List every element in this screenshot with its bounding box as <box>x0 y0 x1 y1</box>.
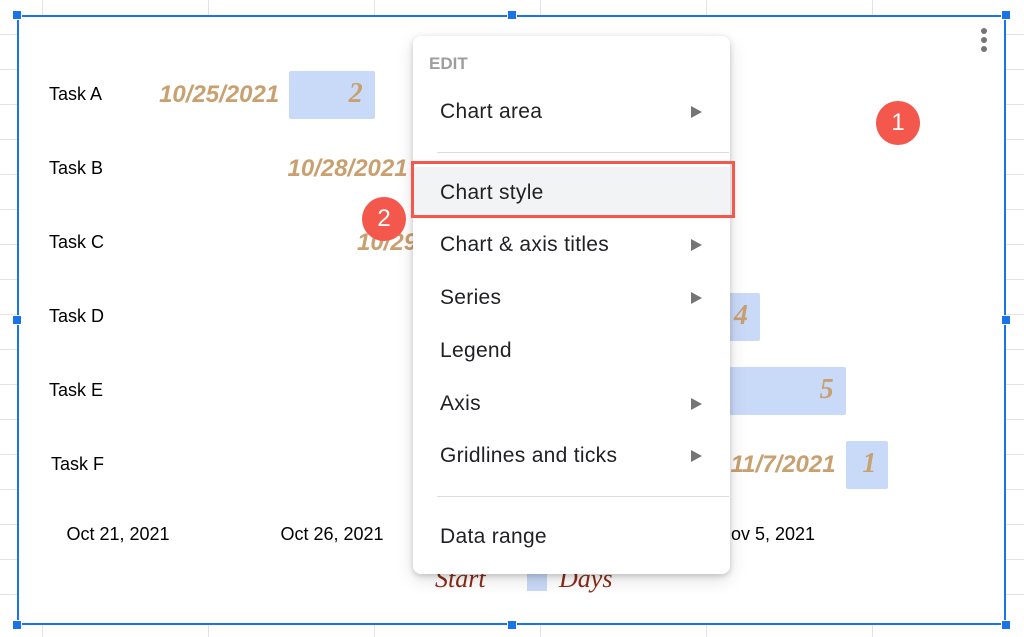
menu-item-axis[interactable]: Axis <box>413 378 730 430</box>
step-badge-1: 1 <box>876 101 920 145</box>
menu-item-chart-area[interactable]: Chart area <box>413 86 730 138</box>
dot <box>981 37 987 43</box>
resize-handle-bottom-left[interactable] <box>12 620 22 630</box>
submenu-arrow-icon <box>691 106 702 118</box>
task-label: Task B <box>49 158 104 178</box>
chart-edit-menu: EDIT Chart area Chart style Chart & axis… <box>413 36 730 574</box>
resize-handle-left[interactable] <box>12 315 22 325</box>
dot <box>981 46 987 52</box>
task-label: Task D <box>49 306 105 326</box>
menu-item-chart-axis-titles[interactable]: Chart & axis titles <box>413 219 730 271</box>
resize-handle-right[interactable] <box>1001 315 1011 325</box>
menu-divider <box>437 152 729 153</box>
menu-item-label: Gridlines and ticks <box>440 444 618 467</box>
menu-item-label: Axis <box>440 392 481 415</box>
bar-value-label: 2 <box>348 78 363 109</box>
more-options-icon[interactable] <box>978 28 990 56</box>
resize-handle-bottom-right[interactable] <box>1001 620 1011 630</box>
x-axis-tick-label: Oct 26, 2021 <box>280 524 384 544</box>
highlight-box-chart-style <box>411 161 735 218</box>
menu-divider <box>437 496 729 497</box>
resize-handle-top-right[interactable] <box>1001 10 1011 20</box>
menu-item-label: Data range <box>440 525 547 548</box>
menu-item-label: Legend <box>440 339 512 362</box>
dot <box>981 28 987 34</box>
menu-item-series[interactable]: Series <box>413 272 730 324</box>
x-axis-tick-label: ov 5, 2021 <box>731 524 816 544</box>
start-date-label: 10/28/2021 <box>287 155 408 182</box>
menu-item-label: Series <box>440 286 502 309</box>
menu-item-label: Chart & axis titles <box>440 233 610 256</box>
resize-handle-top-left[interactable] <box>12 10 22 20</box>
start-date-label: 10/25/2021 <box>159 81 280 108</box>
task-label: Task F <box>51 454 105 474</box>
menu-header: EDIT <box>429 54 468 73</box>
task-label: Task E <box>49 380 104 400</box>
task-label: Task C <box>49 232 105 252</box>
bar-value-label: 1 <box>862 448 877 479</box>
legend-swatch-days <box>527 571 547 591</box>
submenu-arrow-icon <box>691 292 702 304</box>
x-axis-tick-label: Oct 21, 2021 <box>66 524 170 544</box>
menu-item-legend[interactable]: Legend <box>413 325 730 377</box>
menu-item-data-range[interactable]: Data range <box>413 511 730 563</box>
resize-handle-bottom[interactable] <box>507 620 517 630</box>
menu-item-label: Chart area <box>440 100 543 123</box>
resize-handle-top[interactable] <box>507 10 517 20</box>
submenu-arrow-icon <box>691 450 702 462</box>
submenu-arrow-icon <box>691 239 702 251</box>
start-date-label: 11/7/2021 <box>730 451 836 478</box>
task-label: Task A <box>49 84 103 104</box>
step-badge-2: 2 <box>362 197 406 241</box>
menu-item-gridlines-ticks[interactable]: Gridlines and ticks <box>413 430 730 482</box>
submenu-arrow-icon <box>691 398 702 410</box>
